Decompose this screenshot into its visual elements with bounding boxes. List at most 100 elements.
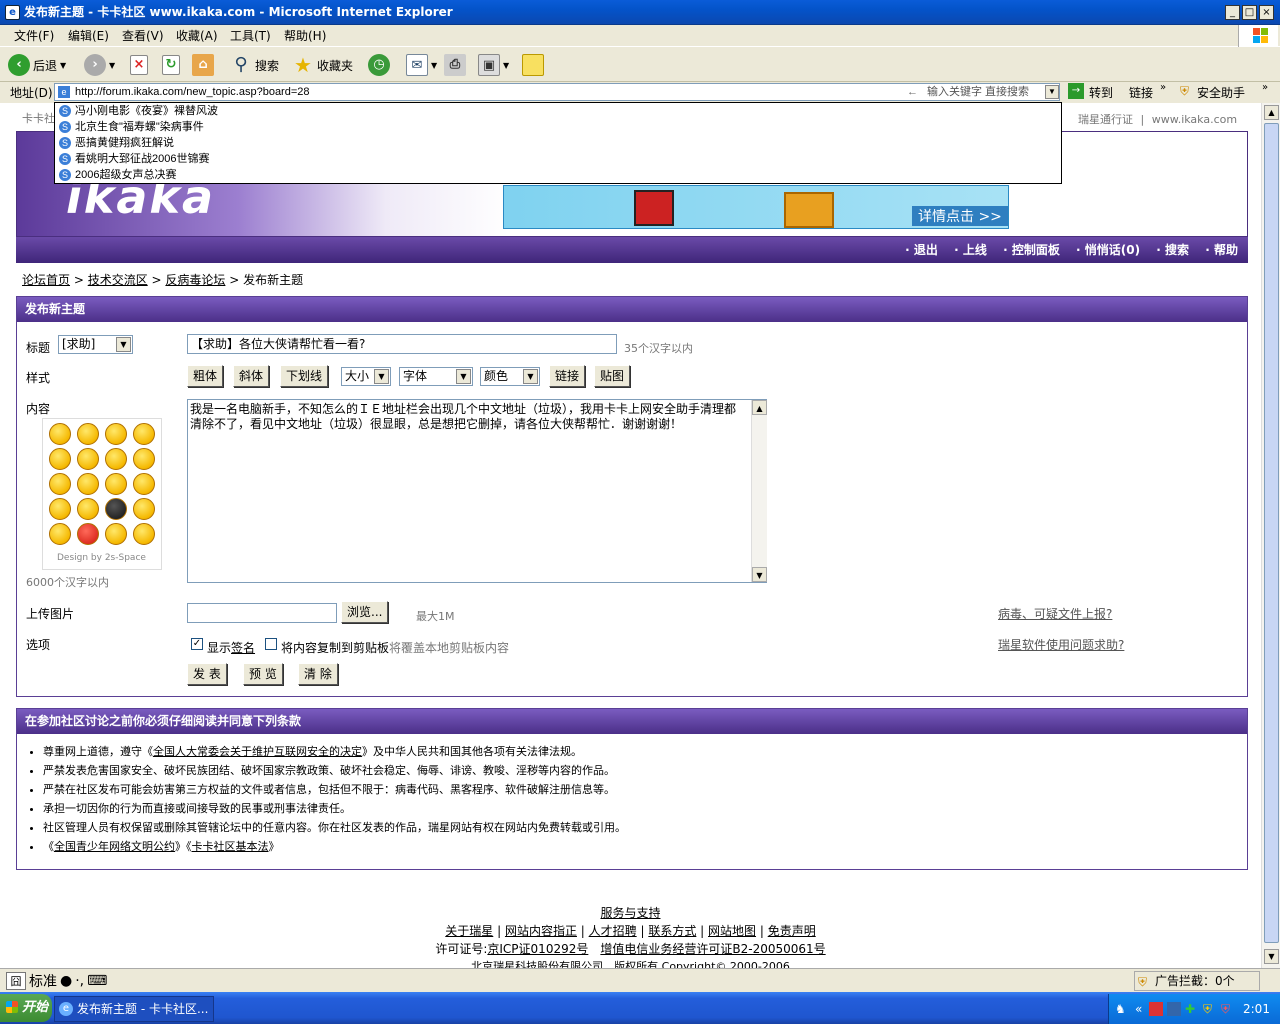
upload-file-input[interactable] — [187, 603, 337, 623]
chevron-left-icon[interactable]: « — [1135, 994, 1142, 1024]
antivirus-icon[interactable] — [1149, 1002, 1163, 1016]
smile-emoticon-icon[interactable] — [133, 423, 155, 445]
suggestion-item[interactable]: S 看姚明大郅征战2006世锦赛 — [55, 151, 1061, 167]
menu-favorites[interactable]: 收藏(A) — [176, 28, 218, 44]
notes-button[interactable] — [522, 52, 544, 78]
textarea-scrollbar[interactable]: ▲ ▼ — [751, 400, 767, 582]
smile-emoticon-icon[interactable] — [77, 448, 99, 470]
smile-emoticon-icon[interactable] — [77, 423, 99, 445]
browse-button[interactable]: 浏览... — [341, 601, 389, 623]
tray-icon[interactable]: ♞ — [1115, 994, 1126, 1024]
mail-button[interactable]: ✉ ▼ — [406, 52, 437, 78]
refresh-button[interactable]: ↻ — [162, 52, 180, 78]
menu-help[interactable]: 帮助(H) — [284, 28, 326, 44]
popup-blocker-status[interactable]: ⛨ 广告拦截：0个 — [1134, 971, 1260, 991]
address-input[interactable]: e http://forum.ikaka.com/new_topic.asp?b… — [54, 83, 1060, 101]
scroll-up-arrow[interactable]: ▲ — [1264, 105, 1279, 120]
footer-link[interactable]: 联系方式 — [648, 924, 696, 938]
forward-button[interactable]: › ▼ — [84, 52, 115, 78]
safety-helper-button[interactable]: 安全助手 — [1197, 84, 1245, 101]
suggestion-item[interactable]: S 北京生食"福寿螺"染病事件 — [55, 119, 1061, 135]
menu-file[interactable]: 文件(F) — [14, 28, 54, 44]
maximize-button[interactable]: □ — [1242, 5, 1257, 20]
history-button[interactable]: ◷ — [368, 52, 390, 78]
passport-link[interactable]: 瑞星通行证 — [1078, 113, 1133, 126]
service-link[interactable]: 服务与支持 — [600, 906, 660, 920]
security-icon[interactable]: ⛨ — [1203, 994, 1212, 1024]
ad-cta[interactable]: 详情点击 >> — [912, 206, 1008, 226]
footer-link[interactable]: 人才招聘 — [589, 924, 637, 938]
smile-emoticon-icon[interactable] — [105, 423, 127, 445]
nav-help[interactable]: · 帮助 — [1205, 243, 1238, 257]
bold-button[interactable]: 粗体 — [187, 365, 224, 387]
footer-link[interactable]: 免责声明 — [768, 924, 816, 938]
smile-emoticon-icon[interactable] — [49, 423, 71, 445]
underline-button[interactable]: 下划线 — [280, 365, 329, 387]
breadcrumb-home[interactable]: 论坛首页 — [22, 273, 70, 287]
signature-link[interactable]: 签名 — [231, 641, 255, 655]
chevron-right-icon[interactable]: » — [1262, 82, 1268, 93]
nav-control-panel[interactable]: · 控制面板 — [1003, 243, 1060, 257]
submit-button[interactable]: 发 表 — [187, 663, 227, 685]
links-button[interactable]: 链接 — [1129, 84, 1153, 101]
smile-emoticon-icon[interactable] — [49, 523, 71, 545]
close-button[interactable]: × — [1259, 5, 1274, 20]
smile-emoticon-icon[interactable] — [77, 498, 99, 520]
icp-link[interactable]: 京ICP证010292号 — [487, 942, 588, 956]
content-textarea[interactable]: 我是一名电脑新手，不知怎么的ＩＥ地址栏会出现几个中文地址（垃圾），我用卡卡上网安… — [187, 399, 767, 583]
taskbar-ie-window[interactable]: e 发布新主题 - 卡卡社区... — [54, 996, 214, 1022]
software-help-link[interactable]: 瑞星软件使用问题求助? — [998, 636, 1124, 653]
title-prefix-select[interactable]: [求助] ▼ — [58, 335, 133, 354]
suggestion-item[interactable]: S 冯小刚电影《夜宴》裸替风波 — [55, 103, 1061, 119]
breadcrumb-section[interactable]: 技术交流区 — [88, 273, 148, 287]
chevron-right-icon[interactable]: » — [1160, 82, 1166, 93]
scroll-up-arrow[interactable]: ▲ — [752, 400, 767, 415]
update-icon[interactable]: ✚ — [1185, 994, 1195, 1024]
suggestion-item[interactable]: S 恶搞黄健翔疯狂解说 — [55, 135, 1061, 151]
scroll-down-arrow[interactable]: ▼ — [1264, 949, 1279, 964]
nav-messages[interactable]: · 悄悄话(0) — [1076, 243, 1140, 257]
smile-emoticon-icon[interactable] — [105, 473, 127, 495]
report-virus-link[interactable]: 病毒、可疑文件上报? — [998, 605, 1112, 622]
smile-emoticon-icon[interactable] — [77, 473, 99, 495]
italic-button[interactable]: 斜体 — [233, 365, 270, 387]
stop-button[interactable]: × — [130, 52, 148, 78]
smile-emoticon-icon[interactable] — [105, 523, 127, 545]
minimize-button[interactable]: _ — [1225, 5, 1240, 20]
ime-mode[interactable]: 标准 — [29, 971, 57, 991]
smile-emoticon-icon[interactable] — [133, 448, 155, 470]
smile-emoticon-icon[interactable] — [133, 473, 155, 495]
title-input[interactable]: 【求助】各位大侠请帮忙看一看? — [187, 334, 617, 354]
smile-emoticon-icon[interactable] — [133, 523, 155, 545]
site-link[interactable]: www.ikaka.com — [1152, 113, 1237, 126]
footer-link[interactable]: 关于瑞星 — [445, 924, 493, 938]
smile-emoticon-icon[interactable] — [49, 498, 71, 520]
angry-emoticon-icon[interactable] — [77, 523, 99, 545]
community-law-link[interactable]: 卡卡社区基本法 — [192, 840, 269, 853]
smile-emoticon-icon[interactable] — [49, 473, 71, 495]
scroll-thumb[interactable] — [1264, 123, 1279, 943]
scroll-down-arrow[interactable]: ▼ — [752, 567, 767, 582]
menu-edit[interactable]: 编辑(E) — [68, 28, 109, 44]
menu-tools[interactable]: 工具(T) — [230, 28, 271, 44]
font-select[interactable]: 字体 ▼ — [399, 367, 473, 386]
color-select[interactable]: 颜色 ▼ — [480, 367, 540, 386]
firewall-icon[interactable]: ⛨ — [1221, 994, 1230, 1024]
edit-button[interactable]: ▣ ▼ — [478, 52, 509, 78]
black-emoticon-icon[interactable] — [105, 498, 127, 520]
nav-search[interactable]: · 搜索 — [1156, 243, 1189, 257]
go-arrow-icon[interactable]: → — [1068, 83, 1084, 99]
nav-logout[interactable]: · 退出 — [905, 243, 938, 257]
address-dropdown-arrow[interactable]: ▼ — [1045, 85, 1059, 99]
smile-emoticon-icon[interactable] — [105, 448, 127, 470]
clear-button[interactable]: 清 除 — [298, 663, 338, 685]
image-button[interactable]: 贴图 — [594, 365, 631, 387]
nav-online[interactable]: · 上线 — [954, 243, 987, 257]
print-button[interactable]: ⎙ — [444, 52, 466, 78]
law-link[interactable]: 全国人大常委会关于维护互联网安全的决定 — [153, 745, 362, 758]
smile-emoticon-icon[interactable] — [49, 448, 71, 470]
copy-clipboard-checkbox[interactable] — [265, 638, 277, 650]
ime-toolbar[interactable]: 囧 标准 ● ·, ⌨ — [6, 971, 107, 991]
suggestion-item[interactable]: S 2006超级女声总决赛 — [55, 167, 1061, 183]
breadcrumb-board[interactable]: 反病毒论坛 — [165, 273, 225, 287]
